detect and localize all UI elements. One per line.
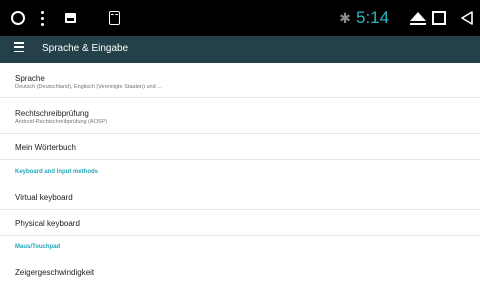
category-label: Keyboard and input methods (15, 169, 99, 175)
image-icon (62, 0, 78, 36)
category-mouse: Maus/Touchpad (0, 236, 480, 259)
list-item-physical-keyboard[interactable]: Physical keyboard (0, 210, 480, 236)
list-item-pointer-speed[interactable]: Zeigergeschwindigkeit (0, 259, 480, 283)
list-item-title: Virtual keyboard (15, 193, 73, 202)
app-bar: Sprache & Eingabe (0, 36, 480, 63)
circle-icon[interactable] (8, 0, 28, 36)
category-label: Maus/Touchpad (15, 244, 61, 250)
status-bar: ✱ 5:14 (0, 0, 480, 36)
list-item-spellcheck[interactable]: Rechtschreibprüfung Android-Rechtschreib… (0, 98, 480, 134)
list-item-summary: Deutsch (Deutschland), Englisch (Vereini… (15, 84, 162, 90)
list-item-title: Sprache (15, 74, 45, 83)
list-item-virtual-keyboard[interactable]: Virtual keyboard (0, 184, 480, 210)
list-item-dictionary[interactable]: Mein Wörterbuch (0, 134, 480, 160)
status-time: 5:14 (356, 8, 390, 27)
menu-icon[interactable] (14, 42, 24, 52)
list-item-title: Mein Wörterbuch (15, 143, 76, 152)
more-vert-icon[interactable] (38, 0, 46, 36)
page-title: Sprache & Eingabe (42, 43, 129, 54)
list-item-title: Physical keyboard (15, 219, 80, 228)
bluetooth-icon: ✱ (339, 9, 351, 26)
category-keyboard: Keyboard and input methods (0, 160, 480, 184)
back-icon[interactable] (458, 0, 476, 36)
recent-apps-icon[interactable] (424, 0, 454, 36)
list-item-title: Rechtschreibprüfung (15, 109, 89, 118)
sd-card-icon (106, 0, 122, 36)
list-item-summary: Android-Rechtschreibprüfung (AOSP) (15, 119, 108, 125)
list-item-sprache[interactable]: Sprache Deutsch (Deutschland), Englisch … (0, 63, 480, 98)
list-item-title: Zeigergeschwindigkeit (15, 268, 95, 277)
